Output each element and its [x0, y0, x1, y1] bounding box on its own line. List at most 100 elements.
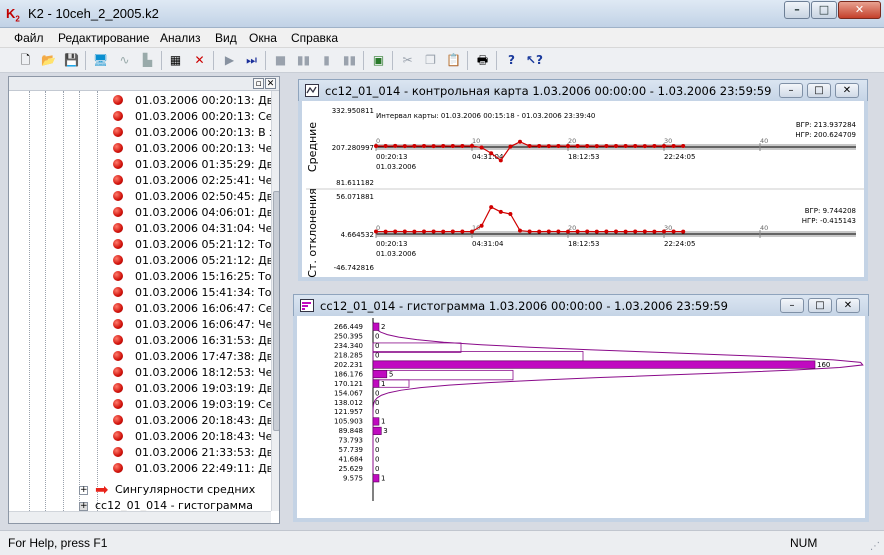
toolbar-separator: [161, 51, 162, 70]
sd-data-point: [518, 228, 522, 233]
pause-icon[interactable]: ▮▮: [295, 52, 312, 69]
histogram-window: cc12_01_014 - гистограмма 1.03.2006 00:0…: [293, 294, 869, 522]
hist-bar-value: 160: [817, 361, 830, 369]
control-chart-close-button[interactable]: ✕: [835, 83, 859, 98]
paste-icon[interactable]: 📋: [445, 52, 462, 69]
tree-node-singular[interactable]: Сингулярности средних: [115, 483, 255, 496]
hist-bar: [372, 322, 380, 331]
menu-file[interactable]: Файл: [14, 31, 44, 45]
tree-close-button[interactable]: ✕: [265, 78, 276, 89]
chart-bar-icon[interactable]: ▙: [139, 52, 156, 69]
mean-data-point: [412, 144, 417, 149]
save-icon[interactable]: 💾: [63, 52, 80, 69]
tree-dock-button[interactable]: ▫: [253, 78, 264, 89]
menu-windows[interactable]: Окна: [249, 31, 277, 45]
properties-icon[interactable]: ▦: [167, 52, 184, 69]
mean-data-point: [441, 143, 446, 148]
fast-forward-icon[interactable]: ⏭: [243, 52, 260, 69]
sd-data-point: [604, 229, 609, 234]
sd-y-axis-title: Ст. отклонения: [306, 188, 319, 278]
sd-time-label: 18:12:53: [568, 240, 599, 248]
alert-dot-icon: [113, 127, 123, 137]
sd-time-label: 22:24:05: [664, 240, 695, 248]
tree-scrollbar[interactable]: [271, 91, 279, 511]
alert-dot-icon: [113, 287, 123, 297]
cut-icon[interactable]: ✂: [399, 52, 416, 69]
tree-expand-icon[interactable]: +: [79, 486, 88, 495]
hist-bin-label: 9.575: [343, 475, 363, 483]
menu-edit[interactable]: Редактирование: [58, 31, 149, 45]
sd-data-point: [566, 229, 570, 234]
picture-icon[interactable]: ▣: [370, 52, 387, 69]
hist-bar-value: 5: [389, 370, 393, 378]
step-icon[interactable]: ▮: [318, 52, 335, 69]
tree-event-label: 01.03.2006 22:49:11: Две: [135, 462, 280, 475]
hist-bar: [372, 379, 380, 388]
sd-data-point: [681, 229, 686, 234]
tree-event-label: 01.03.2006 20:18:43: Четы: [135, 430, 280, 443]
sd-data-point: [508, 212, 513, 217]
close-button[interactable]: ✕: [838, 1, 881, 19]
control-chart-minimize-button[interactable]: –: [779, 83, 803, 98]
hist-bar: [372, 360, 816, 369]
stop-icon[interactable]: ■: [272, 52, 289, 69]
sd-ucl-label: ВГР: 9.744208: [805, 207, 856, 215]
control-chart-maximize-button[interactable]: □: [807, 83, 831, 98]
hist-bar-value: 1: [381, 418, 385, 426]
mean-data-point: [422, 143, 426, 148]
open-folder-icon[interactable]: 📂: [40, 52, 57, 69]
chart-line-icon[interactable]: ∿: [116, 52, 133, 69]
tree-event-label: 01.03.2006 00:20:13: Две: [135, 94, 280, 107]
mean-data-point: [374, 143, 378, 148]
histogram-minimize-button[interactable]: –: [780, 298, 804, 313]
tree-guide-line: [29, 91, 30, 523]
sd-time-label: 04:31:04: [472, 240, 504, 248]
title-bar: K2 K2 - 10ceh_2_2005.k2 – □ ✕: [0, 0, 884, 28]
tree-event-label: 01.03.2006 19:03:19: Семь: [135, 398, 280, 411]
histogram-close-button[interactable]: ✕: [836, 298, 860, 313]
toolbar-separator: [213, 51, 214, 70]
tree-expand-icon[interactable]: +: [79, 502, 88, 511]
tree-event-label: 01.03.2006 00:20:13: Четы: [135, 142, 280, 155]
tree-event-label: 01.03.2006 15:16:25: Точк: [135, 270, 280, 283]
new-file-icon[interactable]: 🗋: [17, 52, 34, 69]
mean-data-point: [383, 144, 388, 149]
delete-icon[interactable]: ✕: [191, 52, 208, 69]
hist-bar-value: 0: [375, 465, 379, 473]
histogram-maximize-button[interactable]: □: [808, 298, 832, 313]
step-back-icon[interactable]: ▮▮: [341, 52, 358, 69]
context-help-icon[interactable]: ↖?: [526, 52, 543, 69]
alert-dot-icon: [113, 415, 123, 425]
menu-help[interactable]: Справка: [291, 31, 338, 45]
alert-dot-icon: [113, 383, 123, 393]
hist-bin-label: 234.340: [334, 342, 363, 350]
tree-scroll-thumb[interactable]: [273, 191, 279, 431]
status-help-text: For Help, press F1: [8, 536, 108, 550]
mean-data-point: [508, 144, 513, 149]
tree-event-label: 01.03.2006 05:21:12: Две: [135, 254, 280, 267]
hist-bar-value: 0: [375, 399, 379, 407]
minimize-button[interactable]: –: [784, 1, 810, 19]
tree-hscrollbar[interactable]: [9, 511, 271, 523]
sd-date-label: 01.03.2006: [376, 250, 417, 258]
alert-dot-icon: [113, 111, 123, 121]
status-bar: For Help, press F1 NUM ⋰: [0, 530, 884, 555]
mean-y-min-label: 81.611182: [336, 179, 374, 187]
copy-icon[interactable]: ❐: [422, 52, 439, 69]
sd-data-point: [623, 229, 628, 234]
alert-dot-icon: [113, 191, 123, 201]
menu-view[interactable]: Вид: [215, 31, 237, 45]
monitor-icon[interactable]: 🖥: [92, 52, 109, 69]
tree-event-label: 01.03.2006 04:06:01: Две: [135, 206, 280, 219]
play-icon[interactable]: ▶: [221, 52, 238, 69]
tree-panel: ▫ ✕ 01.03.2006 00:20:13: Две 01.03.2006 0…: [8, 76, 280, 524]
maximize-button[interactable]: □: [811, 1, 837, 19]
help-icon[interactable]: ?: [503, 52, 520, 69]
mean-data-point: [479, 145, 484, 150]
resize-grip-icon[interactable]: ⋰: [870, 541, 880, 552]
mean-data-point: [652, 143, 657, 148]
mean-data-point: [498, 158, 503, 163]
menu-analysis[interactable]: Анализ: [160, 31, 201, 45]
hist-bin-label: 121.957: [334, 408, 363, 416]
print-icon[interactable]: 🖶: [474, 52, 491, 69]
